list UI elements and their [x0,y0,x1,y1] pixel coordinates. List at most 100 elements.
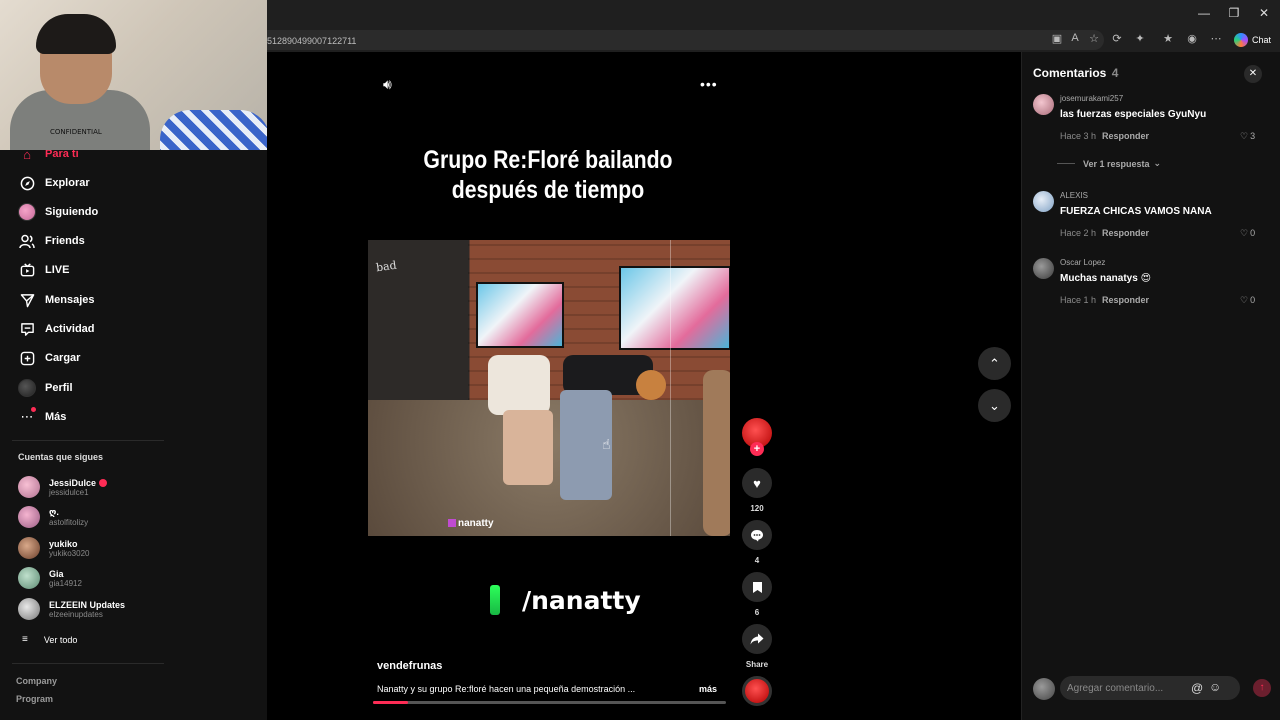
following-account-item[interactable]: Gia gia14912 [18,565,82,591]
avatar[interactable] [1033,258,1054,279]
refresh-icon[interactable]: ⟳ [1110,32,1124,45]
account-handle: yukiko3020 [49,548,90,558]
extensions-icon[interactable]: ✦ [1133,32,1147,45]
send-icon [18,291,36,309]
account-name: yukiko [49,538,78,549]
account-name: JessiDulce [49,477,97,488]
comment-username[interactable]: josemurakami257 [1060,94,1123,103]
profile-icon[interactable]: ◉ [1185,32,1199,45]
account-name: ELZEEIN Updates [49,599,126,610]
sidebar-item-mas[interactable]: ⋯ Más [18,407,66,427]
next-video-button[interactable]: ⌄ [978,389,1011,422]
minimize-icon[interactable]: — [1196,6,1212,20]
sidebar-item-actividad[interactable]: Actividad [18,319,95,339]
footer-link-company[interactable]: Company [16,676,57,686]
video-author[interactable]: vendefrunas [377,660,442,672]
comment-like-button[interactable]: ♡ 0 [1240,295,1268,306]
comment-count: 4 [754,556,760,565]
avatar [18,598,40,620]
send-comment-button[interactable]: ↑ [1253,679,1271,697]
video-scene-glass-edge [670,240,671,536]
see-all-following-link[interactable]: ≡ Ver todo [22,634,77,645]
following-account-item[interactable]: ღ. astolfitolizy [18,504,88,530]
heart-icon[interactable]: ♥ [742,468,772,498]
description-more-link[interactable]: más [699,684,717,694]
video-scene-dancer-2-hair [636,370,666,400]
comment-like-button[interactable]: ♡ 3 [1240,131,1268,142]
comment-meta: Hace 1 h Responder [1060,295,1149,305]
reply-button[interactable]: Responder [1102,131,1149,141]
title-line-1: Grupo Re:Floré bailando [423,146,673,174]
music-disc-icon[interactable] [742,676,772,706]
avatar [18,506,40,528]
account-handle: astolfitolizy [49,518,89,527]
share-arrow-icon[interactable] [742,624,772,654]
view-replies-label: Ver 1 respuesta [1083,158,1150,169]
comment-bubble-icon[interactable] [742,520,772,550]
compass-icon [18,174,36,192]
video-handle-caption: /nanatty [490,585,641,615]
account-name: ღ. [49,507,59,517]
mention-icon[interactable]: @ [1191,681,1203,695]
favorites-icon[interactable]: ★ [1161,32,1175,45]
comment-username[interactable]: Oscar Lopez [1060,258,1105,267]
close-window-icon[interactable]: ✕ [1256,6,1272,20]
heart-outline-icon: ♡ [1240,295,1249,305]
comment-username[interactable]: ALEXIS [1060,191,1088,200]
video-progress-bar[interactable] [373,701,726,704]
more-options-icon[interactable]: ••• [700,76,718,92]
webcam-shirt-text: CONFIDENTIAL [50,128,102,136]
share-action[interactable]: Share [741,624,773,669]
replies-line [1057,163,1075,164]
sidebar-item-live[interactable]: LIVE [18,260,69,280]
view-replies-button[interactable]: Ver 1 respuesta ⌄ [1057,158,1161,169]
following-account-item[interactable]: yukiko yukiko3020 [18,535,89,561]
avatar [1033,678,1055,700]
footer-link-program[interactable]: Program [16,694,53,704]
settings-more-icon[interactable]: ⋯ [1209,32,1223,45]
restore-icon[interactable]: ❐ [1226,6,1242,20]
sidebar-item-cargar[interactable]: Cargar [18,348,80,368]
emoji-icon[interactable]: ☺ [1209,680,1221,694]
bookmark-icon[interactable] [742,572,772,602]
video-player[interactable]: bad nanatty [368,240,730,536]
video-progress-fill [373,701,409,704]
sidebar-item-friends[interactable]: Friends [18,231,85,251]
favorite-star-icon[interactable]: ☆ [1087,32,1101,45]
comment-time: Hace 3 h [1060,131,1097,141]
save-action[interactable]: 6 [741,572,773,617]
volume-icon[interactable]: 🔊︎ [383,76,392,93]
like-action[interactable]: ♥ 120 [741,468,773,513]
sidebar-item-explorar[interactable]: Explorar [18,173,90,193]
video-description: Nanatty y su grupo Re:floré hacen una pe… [377,684,636,694]
reply-button[interactable]: Responder [1102,295,1149,305]
sidebar-item-perfil[interactable]: Perfil [18,378,73,398]
verified-badge-icon [99,479,108,488]
video-overlay-title: Grupo Re:Floré bailando después de tiemp… [421,145,676,205]
following-section-title: Cuentas que sigues [18,452,104,462]
sidebar-item-label: Siguiendo [45,206,99,218]
following-account-item[interactable]: JessiDulce jessidulce1 [18,474,108,500]
previous-video-button[interactable]: ⌃ [978,347,1011,380]
sidebar-item-label: LIVE [45,264,70,276]
avatar[interactable] [1033,94,1054,115]
more-dots-icon: ⋯ [18,407,36,426]
comments-title: Comentarios 4 [1033,66,1118,80]
close-comments-button[interactable]: ✕ [1244,65,1262,83]
comment-action[interactable]: 4 [741,520,773,565]
follow-creator-button[interactable]: + [750,442,764,456]
following-account-item[interactable]: ELZEEIN Updates elzeeinupdates [18,596,125,622]
copilot-chat-button[interactable]: Chat [1232,31,1276,49]
translate-icon[interactable]: A [1068,32,1082,44]
comment-item: Oscar Lopez Muchas nanatys 😍 Hace 1 h Res… [1033,258,1273,318]
comments-title-text: Comentarios [1033,66,1107,80]
sidebar-item-siguiendo[interactable]: Siguiendo [18,202,98,222]
caption-handle-text: /nanatty [522,585,641,615]
comment-text: las fuerzas especiales GyuNyu [1060,109,1207,120]
avatar[interactable] [1033,191,1054,212]
account-handle: jessidulce1 [49,487,89,497]
app-available-icon[interactable]: ▣ [1050,32,1064,45]
comment-like-button[interactable]: ♡ 0 [1240,228,1268,239]
sidebar-item-mensajes[interactable]: Mensajes [18,290,95,310]
reply-button[interactable]: Responder [1102,228,1149,238]
